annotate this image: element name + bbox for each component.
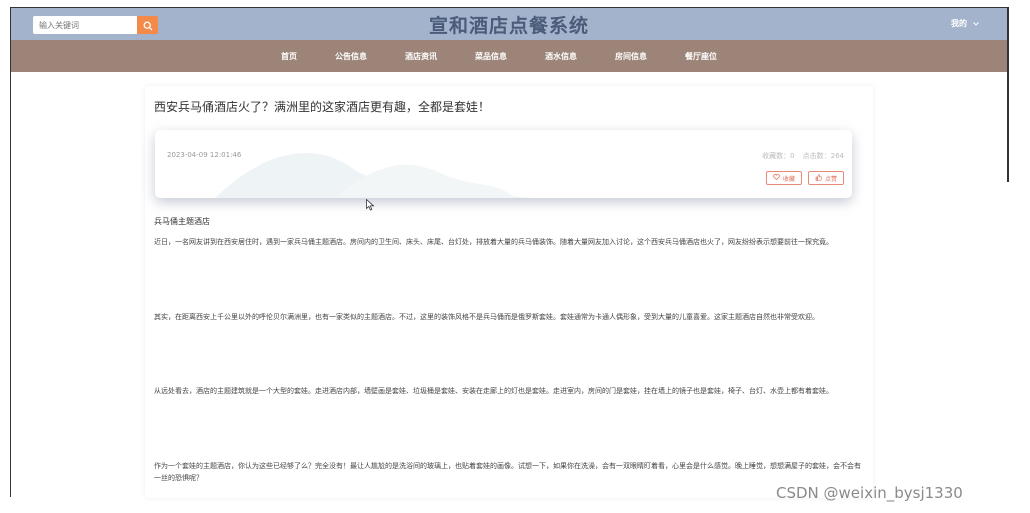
section-heading: 兵马俑主题酒店 xyxy=(154,217,210,226)
mouse-cursor-icon xyxy=(366,196,375,215)
browser-frame: 宣和酒店点餐系统 我的 首页 公告信息 酒店资讯 菜品信息 酒水信息 房间信息 … xyxy=(10,7,1007,498)
user-menu[interactable]: 我的 xyxy=(951,18,979,29)
top-bar: 宣和酒店点餐系统 我的 xyxy=(11,8,1007,40)
article-date: 2023-04-09 12:01:46 xyxy=(167,151,242,159)
like-button-label: 点赞 xyxy=(824,175,837,183)
nav-item-drinks[interactable]: 酒水信息 xyxy=(545,51,577,62)
nav-item-dishes[interactable]: 菜品信息 xyxy=(475,51,507,62)
chevron-down-icon xyxy=(973,19,979,28)
thumbs-up-icon xyxy=(815,173,822,183)
article-meta-card: 2023-04-09 12:01:46 收藏数：0 点击数：264 收藏 点赞 xyxy=(155,130,852,198)
main-nav: 首页 公告信息 酒店资讯 菜品信息 酒水信息 房间信息 餐厅座位 xyxy=(11,40,1007,72)
wave-decoration xyxy=(215,153,535,198)
nav-item-seats[interactable]: 餐厅座位 xyxy=(685,51,717,62)
collect-button-label: 收藏 xyxy=(782,175,795,183)
collect-button[interactable]: 收藏 xyxy=(765,171,802,185)
article-title: 西安兵马俑酒店火了？满洲里的这家酒店更有趣，全都是套娃！ xyxy=(154,100,491,114)
nav-item-home[interactable]: 首页 xyxy=(281,51,297,62)
article-paragraph: 其实，在距离西安上千公里以外的呼伦贝尔满洲里，也有一家类似的主题酒店。不过，这里… xyxy=(154,313,819,321)
window-edge xyxy=(1007,7,1009,182)
user-menu-label: 我的 xyxy=(951,19,967,28)
like-button[interactable]: 点赞 xyxy=(807,171,844,185)
click-count: 点击数：264 xyxy=(802,152,844,160)
article-paragraph: 作为一个套娃的主题酒店，你认为这些已经够了么？完全没有！最让人尴尬的是洗浴间的玻… xyxy=(154,462,861,482)
collect-count: 收藏数：0 xyxy=(762,152,795,160)
nav-item-hotel-news[interactable]: 酒店资讯 xyxy=(405,51,437,62)
article-paragraph: 从远处看去，酒店的主题建筑就是一个大型的套娃。走进酒店内部，墙壁画是套娃、垃圾桶… xyxy=(154,387,833,395)
article-panel: 西安兵马俑酒店火了？满洲里的这家酒店更有趣，全都是套娃！ 2023-04-09 … xyxy=(145,86,873,498)
heart-icon xyxy=(773,174,780,182)
watermark: CSDN @weixin_bysj1330 xyxy=(776,484,963,502)
article-paragraph: 近日，一名网友讲到在西安居住时，遇到一家兵马俑主题酒店。房间内的卫生间、床头、床… xyxy=(154,238,833,246)
nav-item-announcements[interactable]: 公告信息 xyxy=(335,51,367,62)
nav-item-rooms[interactable]: 房间信息 xyxy=(615,51,647,62)
article-stats: 收藏数：0 点击数：264 xyxy=(762,151,844,161)
site-title: 宣和酒店点餐系统 xyxy=(428,15,589,37)
